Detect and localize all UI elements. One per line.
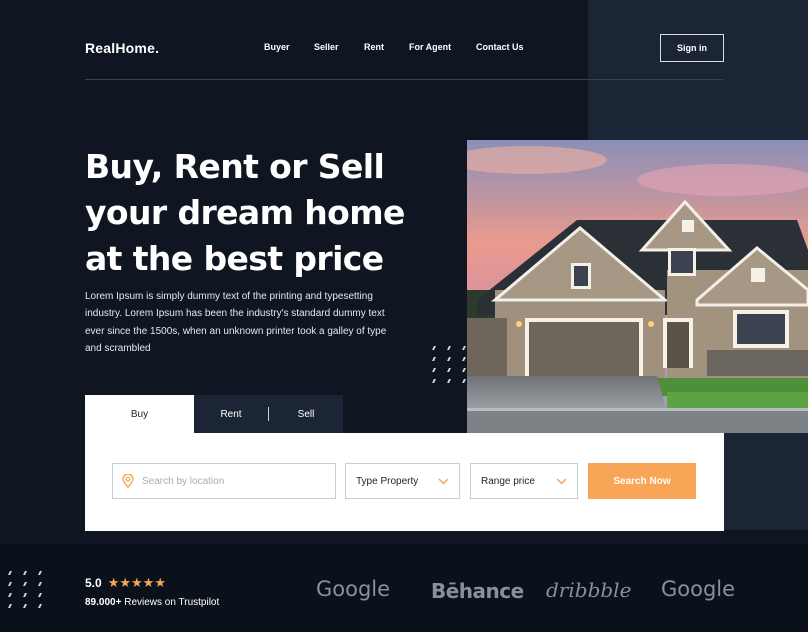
partner-logo-behance: Bēhance	[431, 579, 524, 603]
type-property-label: Type Property	[356, 475, 419, 487]
partner-logo-google: Google	[316, 577, 391, 601]
header-divider	[85, 79, 723, 80]
hero-title-line-3: at the best price	[85, 239, 384, 278]
nav-contact-us[interactable]: Contact Us	[476, 42, 524, 52]
decor-dots-bottom	[8, 571, 42, 608]
nav-rent[interactable]: Rent	[364, 42, 384, 52]
star-icon: ★	[154, 575, 166, 590]
star-icon: ★	[119, 575, 131, 590]
location-input[interactable]	[142, 475, 322, 487]
range-price-select[interactable]: Range price	[470, 463, 578, 499]
search-tabs: Buy Rent Sell	[85, 395, 343, 433]
chevron-down-icon	[438, 477, 449, 485]
location-pin-icon	[122, 474, 134, 488]
hero-title-line-2: your dream home	[85, 193, 405, 232]
nav-buyer[interactable]: Buyer	[264, 42, 290, 52]
tab-rent[interactable]: Rent	[194, 395, 268, 433]
nav-seller[interactable]: Seller	[314, 42, 339, 52]
partner-logo-google-2: Google	[661, 577, 736, 601]
sign-in-button[interactable]: Sign in	[660, 34, 724, 62]
star-icon: ★	[142, 575, 155, 590]
logo[interactable]: RealHome.	[85, 40, 159, 56]
hero-house-image	[467, 140, 808, 433]
tab-sell[interactable]: Sell	[269, 395, 343, 433]
search-now-button[interactable]: Search Now	[588, 463, 696, 499]
nav-for-agent[interactable]: For Agent	[409, 42, 451, 52]
chevron-down-icon	[556, 477, 567, 485]
star-icon: ★	[107, 575, 120, 590]
star-icon: ★	[131, 575, 143, 590]
trustpilot-rating: 5.0 ★★★★★ 89.000+ Reviews on Trustpilot	[85, 575, 219, 608]
type-property-select[interactable]: Type Property	[345, 463, 460, 499]
rating-score: 5.0	[85, 576, 102, 590]
rating-reviews: 89.000+ Reviews on Trustpilot	[85, 597, 219, 608]
search-card: Type Property Range price Search Now	[85, 433, 724, 531]
hero-description: Lorem Ipsum is simply dummy text of the …	[85, 291, 387, 354]
tab-buy[interactable]: Buy	[85, 395, 194, 433]
range-price-label: Range price	[481, 475, 535, 487]
hero-title: Buy, Rent or Sell your dream home at the…	[85, 144, 465, 282]
location-field[interactable]	[112, 463, 336, 499]
hero-title-line-1: Buy, Rent or Sell	[85, 147, 385, 186]
reviews-count: 89.000+	[85, 597, 122, 608]
rating-stars: ★★★★★	[108, 575, 166, 591]
reviews-text: Reviews on Trustpilot	[124, 597, 220, 608]
partner-logo-dribbble: dribbble	[546, 578, 632, 602]
